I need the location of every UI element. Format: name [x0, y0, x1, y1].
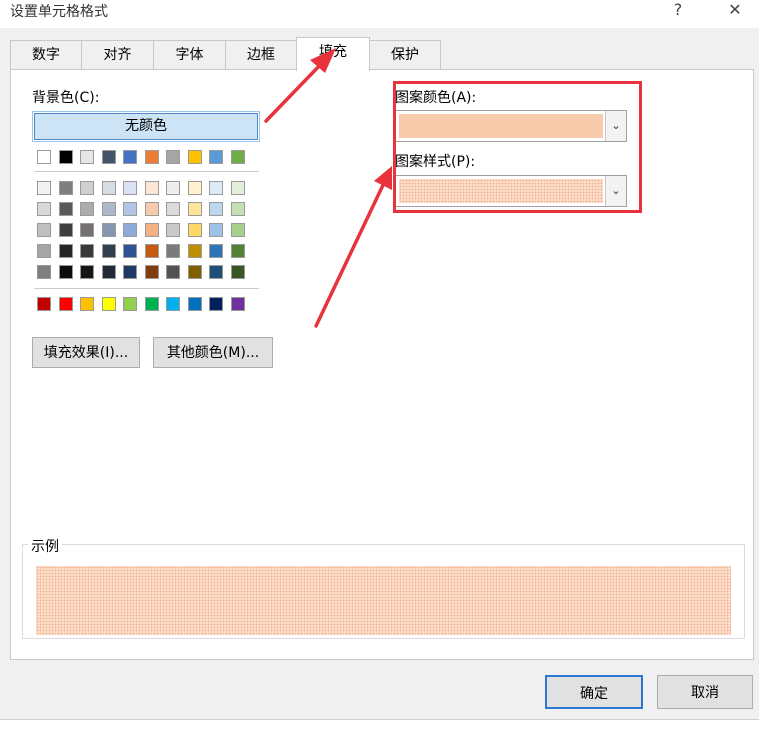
- palette-divider: [34, 288, 259, 289]
- theme-color-swatch[interactable]: [123, 150, 137, 164]
- theme-shade-swatch[interactable]: [144, 223, 159, 237]
- theme-shade-swatch[interactable]: [58, 181, 73, 195]
- standard-color-swatch[interactable]: [209, 297, 223, 311]
- theme-shade-swatch[interactable]: [37, 181, 51, 195]
- theme-shade-swatch[interactable]: [80, 223, 94, 237]
- standard-color-swatch[interactable]: [37, 297, 51, 311]
- fill-effects-button[interactable]: 填充效果(I)...: [32, 337, 140, 368]
- ok-button[interactable]: 确定: [545, 675, 643, 709]
- theme-shade-swatch[interactable]: [209, 202, 223, 216]
- theme-shade-swatch[interactable]: [80, 265, 94, 279]
- theme-shade-swatch[interactable]: [80, 181, 94, 195]
- standard-color-swatch[interactable]: [144, 297, 159, 311]
- theme-shade-swatch[interactable]: [166, 181, 180, 195]
- title-bar: 设置单元格格式 ? ✕: [0, 0, 759, 28]
- theme-shade-swatch[interactable]: [37, 265, 51, 279]
- theme-shade-swatch[interactable]: [144, 244, 159, 258]
- theme-shade-swatch[interactable]: [101, 202, 116, 216]
- close-icon[interactable]: ✕: [720, 0, 750, 22]
- sheet-grid-strip: [0, 719, 759, 730]
- more-colors-button[interactable]: 其他颜色(M)...: [153, 337, 273, 368]
- no-color-button[interactable]: 无颜色: [32, 111, 260, 142]
- tab-fill[interactable]: 填充: [296, 37, 370, 71]
- standard-color-swatch[interactable]: [230, 297, 245, 311]
- theme-shade-swatch[interactable]: [209, 244, 223, 258]
- theme-shade-swatch[interactable]: [209, 265, 223, 279]
- help-icon[interactable]: ?: [663, 0, 693, 22]
- theme-shade-swatch[interactable]: [230, 244, 245, 258]
- theme-shade-swatch[interactable]: [209, 223, 223, 237]
- theme-shade-swatch[interactable]: [209, 181, 223, 195]
- theme-shade-swatch[interactable]: [101, 181, 116, 195]
- theme-shade-swatch[interactable]: [187, 244, 202, 258]
- theme-shade-swatch[interactable]: [123, 244, 137, 258]
- theme-color-swatch[interactable]: [144, 150, 159, 164]
- theme-shade-swatch[interactable]: [58, 223, 73, 237]
- standard-color-swatch[interactable]: [58, 297, 73, 311]
- theme-shade-swatch[interactable]: [187, 265, 202, 279]
- theme-shade-swatch[interactable]: [58, 265, 73, 279]
- theme-color-swatch[interactable]: [166, 150, 180, 164]
- theme-shade-swatch[interactable]: [101, 223, 116, 237]
- dialog-title: 设置单元格格式: [10, 4, 108, 20]
- theme-shade-swatch[interactable]: [37, 202, 51, 216]
- theme-shade-swatch[interactable]: [144, 265, 159, 279]
- theme-shade-swatch[interactable]: [80, 202, 94, 216]
- theme-shade-swatch[interactable]: [123, 265, 137, 279]
- theme-shade-swatch[interactable]: [166, 244, 180, 258]
- theme-shade-swatch[interactable]: [166, 223, 180, 237]
- theme-shade-swatch[interactable]: [123, 202, 137, 216]
- theme-shade-swatch[interactable]: [187, 202, 202, 216]
- theme-color-swatch[interactable]: [58, 150, 73, 164]
- theme-shade-swatch[interactable]: [230, 265, 245, 279]
- theme-shade-swatch[interactable]: [101, 265, 116, 279]
- palette-divider: [34, 171, 259, 172]
- theme-color-swatch[interactable]: [80, 150, 94, 164]
- theme-shade-swatch[interactable]: [58, 202, 73, 216]
- fill-panel: 背景色(C): 无颜色 填充效果(I)... 其他颜色(M)... 图案颜色(A…: [10, 69, 754, 660]
- theme-shade-swatch[interactable]: [187, 223, 202, 237]
- background-color-label: 背景色(C):: [32, 90, 100, 106]
- theme-color-swatch[interactable]: [101, 150, 116, 164]
- tab-border[interactable]: 边框: [225, 40, 297, 70]
- standard-color-swatch[interactable]: [187, 297, 202, 311]
- theme-shade-swatch[interactable]: [37, 244, 51, 258]
- theme-shade-swatch[interactable]: [144, 181, 159, 195]
- sample-preview: [36, 566, 731, 635]
- highlight-box: [393, 81, 642, 213]
- theme-shade-swatch[interactable]: [187, 181, 202, 195]
- theme-shade-swatch[interactable]: [123, 223, 137, 237]
- tab-font[interactable]: 字体: [153, 40, 226, 70]
- theme-shade-swatch[interactable]: [37, 223, 51, 237]
- standard-color-swatch[interactable]: [101, 297, 116, 311]
- theme-color-swatch[interactable]: [230, 150, 245, 164]
- sample-label: 示例: [28, 536, 62, 556]
- tab-protection[interactable]: 保护: [369, 40, 441, 70]
- theme-color-swatch[interactable]: [209, 150, 223, 164]
- theme-shade-swatch[interactable]: [166, 202, 180, 216]
- theme-shade-swatch[interactable]: [230, 223, 245, 237]
- theme-shade-swatch[interactable]: [101, 244, 116, 258]
- tab-number[interactable]: 数字: [10, 40, 82, 70]
- theme-shade-swatch[interactable]: [230, 181, 245, 195]
- theme-color-swatch[interactable]: [187, 150, 202, 164]
- theme-shade-swatch[interactable]: [58, 244, 73, 258]
- theme-shade-swatch[interactable]: [80, 244, 94, 258]
- standard-color-swatch[interactable]: [166, 297, 180, 311]
- standard-color-swatch[interactable]: [123, 297, 137, 311]
- theme-shade-swatch[interactable]: [166, 265, 180, 279]
- theme-shade-swatch[interactable]: [123, 181, 137, 195]
- theme-shade-swatch[interactable]: [230, 202, 245, 216]
- standard-color-swatch[interactable]: [80, 297, 94, 311]
- theme-shade-swatch[interactable]: [144, 202, 159, 216]
- tab-alignment[interactable]: 对齐: [81, 40, 154, 70]
- theme-color-swatch[interactable]: [37, 150, 51, 164]
- cancel-button[interactable]: 取消: [657, 675, 753, 709]
